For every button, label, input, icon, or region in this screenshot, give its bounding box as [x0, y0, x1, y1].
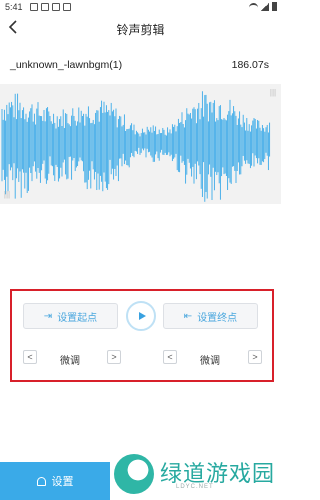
set-end-button[interactable]: ⇤ 设置终点 — [163, 303, 258, 329]
file-duration: 186.07s — [231, 59, 269, 71]
waveform — [1, 91, 271, 202]
end-fine-next-button[interactable]: > — [248, 350, 262, 364]
edit-controls-box: ⇥ 设置起点 ⇤ 设置终点 < 微调 > < 微调 > — [10, 289, 274, 382]
header: 铃声剪辑 — [0, 16, 281, 42]
battery-icon — [272, 2, 277, 11]
watermark-subtext: LDYC.NET — [176, 484, 214, 490]
play-button[interactable] — [126, 301, 156, 331]
system-icons — [249, 2, 277, 11]
mail-icon — [52, 3, 60, 11]
end-fine-prev-button[interactable]: < — [163, 350, 177, 364]
notification-icons — [30, 3, 71, 11]
page-title: 铃声剪辑 — [116, 23, 165, 37]
watermark: 绿道游戏园 LDYC.NET — [114, 450, 281, 500]
bell-icon — [36, 476, 46, 486]
wifi-icon — [249, 2, 258, 11]
set-start-button[interactable]: ⇥ 设置起点 — [23, 303, 118, 329]
play-icon — [138, 312, 146, 320]
end-handle-icon[interactable]: ||| — [269, 86, 277, 100]
end-fine-tune-label: 微调 — [200, 356, 220, 367]
start-fine-next-button[interactable]: > — [107, 350, 121, 364]
start-marker-icon: ⇥ — [43, 310, 53, 322]
start-fine-tune-label: 微调 — [60, 356, 80, 367]
start-fine-prev-button[interactable]: < — [23, 350, 37, 364]
watermark-logo-icon — [114, 454, 154, 494]
end-marker-icon: ⇤ — [183, 310, 193, 322]
sms-icon — [63, 3, 71, 11]
set-start-label: 设置起点 — [57, 312, 98, 324]
file-name: _unknown_-lawnbgm(1) — [10, 59, 123, 71]
status-time: 5:41 — [5, 2, 23, 12]
file-info: _unknown_-lawnbgm(1) 186.07s — [10, 59, 271, 73]
settings-label: 设置 — [51, 476, 74, 488]
settings-button[interactable]: 设置 — [0, 462, 110, 500]
grid-icon — [30, 3, 38, 11]
signal-icon — [261, 2, 269, 11]
status-bar: 5:41 — [0, 0, 281, 16]
start-handle-icon[interactable]: ||| — [3, 188, 11, 202]
set-end-label: 设置终点 — [197, 312, 238, 324]
app-icon — [41, 3, 49, 11]
waveform-area[interactable]: ||| ||| — [0, 84, 281, 204]
